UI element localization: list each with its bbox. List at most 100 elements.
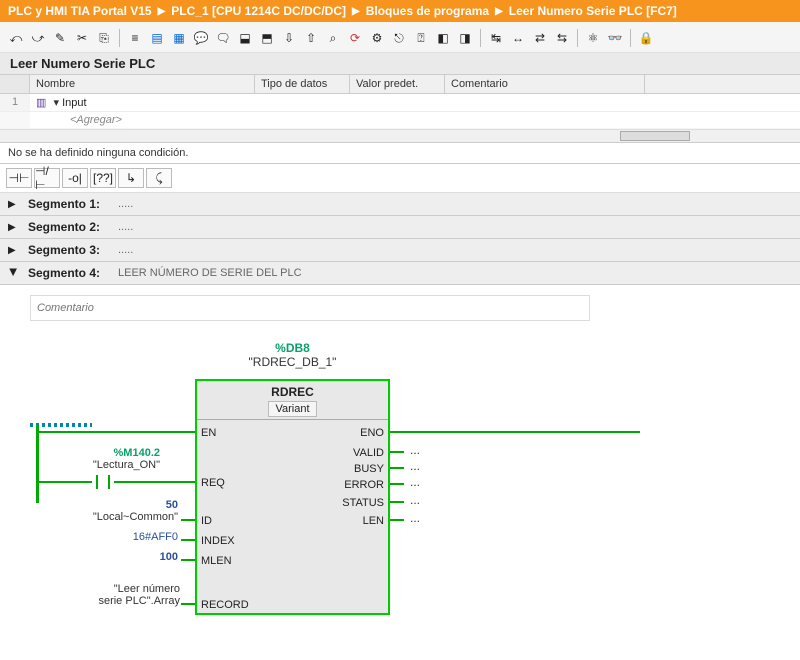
pin-busy[interactable]: BUSY bbox=[354, 463, 384, 475]
breadcrumb-p2[interactable]: Bloques de programa bbox=[366, 4, 489, 18]
row-name[interactable]: ▥ ▾ Input bbox=[30, 94, 255, 111]
id-signal[interactable]: 50 "Local~Common" bbox=[60, 499, 178, 523]
tool-icon[interactable]: ⇆ bbox=[552, 28, 572, 48]
wire-req-b bbox=[114, 481, 195, 483]
tool-icon[interactable]: ↔ bbox=[508, 28, 528, 48]
expand-icon[interactable]: ▾ bbox=[53, 97, 59, 109]
tool-icon[interactable]: ⎘ bbox=[94, 28, 114, 48]
valid-unassigned[interactable]: ... bbox=[410, 443, 420, 457]
empty-box-icon[interactable]: [??] bbox=[90, 168, 116, 188]
pin-req[interactable]: REQ bbox=[201, 477, 225, 489]
pin-index[interactable]: INDEX bbox=[201, 535, 235, 547]
segment-comment-input[interactable] bbox=[30, 295, 590, 321]
tool-icon[interactable]: ⤺ bbox=[6, 28, 26, 48]
pin-record[interactable]: RECORD bbox=[201, 599, 249, 611]
tool-icon[interactable]: ✎ bbox=[50, 28, 70, 48]
tool-icon[interactable]: ⤻ bbox=[28, 28, 48, 48]
col-type[interactable]: Tipo de datos bbox=[255, 75, 350, 93]
glasses-icon[interactable]: 👓 bbox=[605, 28, 625, 48]
tool-icon[interactable]: ≡ bbox=[125, 28, 145, 48]
record-signal[interactable]: "Leer número serie PLC".Array bbox=[70, 583, 180, 607]
branch-close-icon[interactable]: ⤹ bbox=[146, 168, 172, 188]
tool-icon[interactable]: ⚛ bbox=[583, 28, 603, 48]
col-name[interactable]: Nombre bbox=[30, 75, 255, 93]
ladder-diagram[interactable]: %DB8 "RDREC_DB_1" RDREC Variant EN REQ I… bbox=[30, 339, 650, 619]
h-scrollbar[interactable] bbox=[0, 129, 800, 143]
segment-desc: ..... bbox=[118, 221, 133, 233]
segment-4-header[interactable]: ▶ Segmento 4: LEER NÚMERO DE SERIE DEL P… bbox=[0, 262, 800, 285]
tool-icon[interactable]: 💬 bbox=[191, 28, 211, 48]
collapse-icon[interactable]: ▶ bbox=[8, 268, 19, 278]
col-default[interactable]: Valor predet. bbox=[350, 75, 445, 93]
tool-icon[interactable]: ⬒ bbox=[257, 28, 277, 48]
segment-desc: ..... bbox=[118, 198, 133, 210]
tool-icon[interactable]: ⇄ bbox=[530, 28, 550, 48]
branch-open-icon[interactable]: ↳ bbox=[118, 168, 144, 188]
breadcrumb-p3[interactable]: Leer Numero Serie PLC [FC7] bbox=[509, 4, 677, 18]
power-rail bbox=[36, 425, 39, 503]
segment-3-header[interactable]: ▶ Segmento 3: ..... bbox=[0, 239, 800, 262]
req-address: %M140.2 bbox=[40, 447, 160, 459]
tool-icon[interactable]: ⍰ bbox=[411, 28, 431, 48]
chevron-right-icon: ▶ bbox=[352, 6, 360, 17]
pin-en[interactable]: EN bbox=[201, 427, 216, 439]
coil-icon[interactable]: -o| bbox=[62, 168, 88, 188]
lock-icon[interactable]: 🔒 bbox=[636, 28, 656, 48]
scroll-thumb[interactable] bbox=[620, 131, 690, 141]
pin-len[interactable]: LEN bbox=[363, 515, 384, 527]
expand-icon[interactable]: ▶ bbox=[8, 222, 18, 233]
pin-error[interactable]: ERROR bbox=[344, 479, 384, 491]
tool-icon[interactable]: ↹ bbox=[486, 28, 506, 48]
len-unassigned[interactable]: ... bbox=[410, 511, 420, 525]
tool-icon[interactable]: ⟳ bbox=[345, 28, 365, 48]
tool-icon[interactable]: ▤ bbox=[147, 28, 167, 48]
row-name-text: Input bbox=[62, 97, 86, 109]
pin-valid[interactable]: VALID bbox=[353, 447, 384, 459]
breadcrumb-p0[interactable]: PLC y HMI TIA Portal V15 bbox=[8, 4, 152, 18]
chevron-right-icon: ▶ bbox=[495, 6, 503, 17]
interface-table-header: Nombre Tipo de datos Valor predet. Comen… bbox=[0, 75, 800, 94]
pin-eno[interactable]: ENO bbox=[360, 427, 384, 439]
index-signal[interactable]: 16#AFF0 bbox=[90, 531, 178, 543]
segment-4-body: %DB8 "RDREC_DB_1" RDREC Variant EN REQ I… bbox=[0, 285, 800, 639]
tool-icon[interactable]: ⚙ bbox=[367, 28, 387, 48]
tool-icon[interactable]: ⎋ bbox=[389, 28, 409, 48]
tool-icon[interactable]: ✂ bbox=[72, 28, 92, 48]
contact-nc-icon[interactable]: ⊣/⊢ bbox=[34, 168, 60, 188]
busy-unassigned[interactable]: ... bbox=[410, 459, 420, 473]
pin-status[interactable]: STATUS bbox=[342, 497, 384, 509]
row-number: 1 bbox=[0, 94, 30, 111]
tool-icon[interactable]: ▦ bbox=[169, 28, 189, 48]
expand-icon[interactable]: ▶ bbox=[8, 245, 18, 256]
pin-id[interactable]: ID bbox=[201, 515, 212, 527]
tool-icon[interactable]: 🗨 bbox=[213, 28, 233, 48]
expand-icon[interactable]: ▶ bbox=[8, 199, 18, 210]
tool-icon[interactable]: ⇧ bbox=[301, 28, 321, 48]
tool-icon[interactable]: ◧ bbox=[433, 28, 453, 48]
block-variant[interactable]: Variant bbox=[268, 401, 316, 417]
table-row[interactable]: <Agregar> bbox=[0, 112, 800, 129]
wire-req-a bbox=[36, 481, 92, 483]
pin-mlen[interactable]: MLEN bbox=[201, 555, 232, 567]
tool-icon[interactable]: ⌕ bbox=[323, 28, 343, 48]
power-rail-start bbox=[30, 423, 92, 427]
wire-error bbox=[390, 483, 404, 485]
status-unassigned[interactable]: ... bbox=[410, 493, 420, 507]
breadcrumb-p1[interactable]: PLC_1 [CPU 1214C DC/DC/DC] bbox=[171, 4, 346, 18]
tool-icon[interactable]: ⬓ bbox=[235, 28, 255, 48]
error-unassigned[interactable]: ... bbox=[410, 475, 420, 489]
table-row[interactable]: 1 ▥ ▾ Input bbox=[0, 94, 800, 112]
segment-1-header[interactable]: ▶ Segmento 1: ..... bbox=[0, 193, 800, 216]
rdrec-block[interactable]: RDREC Variant EN REQ ID INDEX MLEN RECOR… bbox=[195, 379, 390, 615]
add-row[interactable]: <Agregar> bbox=[30, 112, 255, 128]
segment-label: Segmento 1: bbox=[28, 197, 118, 211]
tool-icon[interactable]: ◨ bbox=[455, 28, 475, 48]
no-contact[interactable] bbox=[92, 475, 114, 489]
contact-no-icon[interactable]: ⊣⊢ bbox=[6, 168, 32, 188]
mlen-signal[interactable]: 100 bbox=[90, 551, 178, 563]
wire-mlen bbox=[181, 559, 195, 561]
req-signal[interactable]: %M140.2 "Lectura_ON" bbox=[40, 447, 160, 471]
col-comment[interactable]: Comentario bbox=[445, 75, 645, 93]
tool-icon[interactable]: ⇩ bbox=[279, 28, 299, 48]
segment-2-header[interactable]: ▶ Segmento 2: ..... bbox=[0, 216, 800, 239]
